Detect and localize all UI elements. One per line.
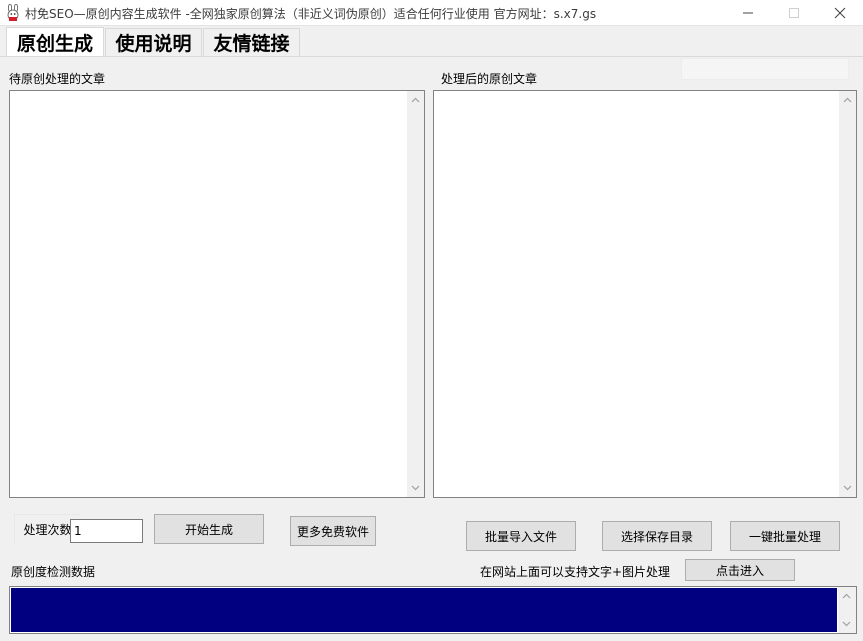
scroll-down-icon[interactable] [411,483,420,492]
originality-data-panel[interactable] [9,586,857,634]
minimize-icon[interactable] [725,0,771,26]
source-scrollbar[interactable] [407,91,424,497]
status-field [681,58,849,80]
source-article-textarea[interactable] [9,90,425,498]
close-icon[interactable] [817,0,863,26]
process-count-input[interactable]: 1 [70,519,143,543]
tab-friend-links[interactable]: 友情链接 [203,28,300,56]
source-article-label: 待原创处理的文章 [9,72,106,86]
maximize-icon[interactable] [771,0,817,26]
detect-scrollbar[interactable] [838,587,856,633]
rabbit-app-icon [5,3,21,22]
window-title: 村免SEO—原创内容生成软件 -全网独家原创算法（非近义词伪原创）适合任何行业使… [25,7,597,21]
scroll-down-icon[interactable] [843,483,852,492]
result-scrollbar[interactable] [839,91,856,497]
originality-data-label: 原创度检测数据 [11,565,96,579]
result-article-label: 处理后的原创文章 [441,72,538,86]
choose-save-dir-button[interactable]: 选择保存目录 [602,521,712,551]
batch-import-button[interactable]: 批量导入文件 [466,521,576,551]
tab-original-generate[interactable]: 原创生成 [6,27,104,56]
scroll-up-icon[interactable] [411,96,420,105]
scroll-up-icon[interactable] [842,592,851,601]
more-free-software-button[interactable]: 更多免费软件 [290,516,376,546]
tab-instructions[interactable]: 使用说明 [105,28,202,56]
scroll-up-icon[interactable] [843,96,852,105]
start-generate-button[interactable]: 开始生成 [154,514,264,544]
result-article-textarea[interactable] [433,90,857,498]
originality-data-fill [11,588,837,632]
enter-website-button[interactable]: 点击进入 [685,559,795,581]
batch-process-button[interactable]: 一键批量处理 [730,521,840,551]
scroll-down-icon[interactable] [842,619,851,628]
website-support-label: 在网站上面可以支持文字+图片处理 [480,565,671,579]
tab-divider [0,56,863,57]
